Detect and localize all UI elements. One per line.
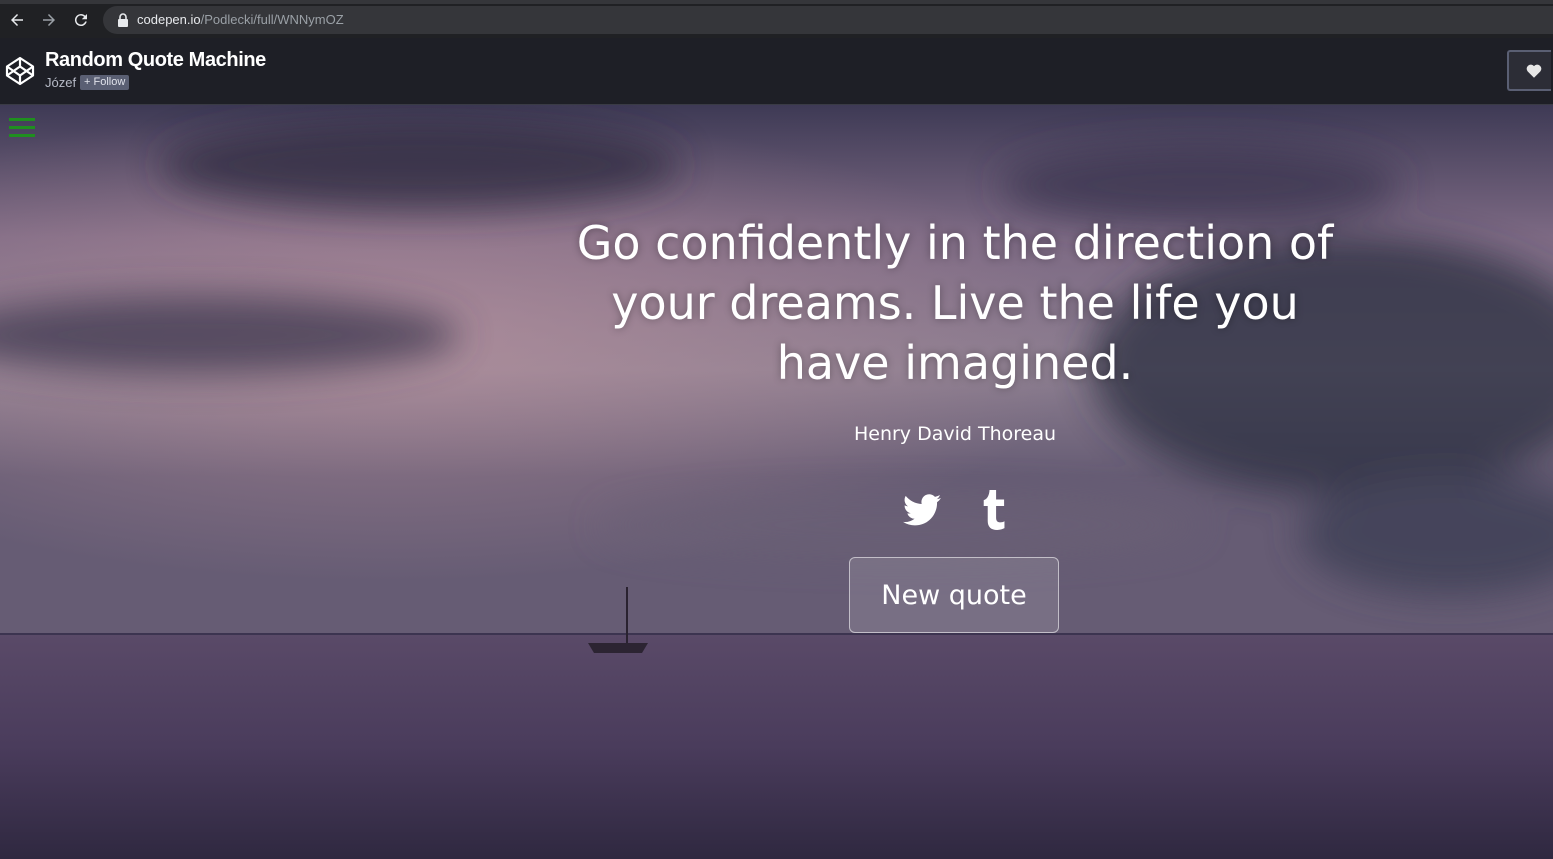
twitter-icon[interactable] [903,493,941,527]
tab-strip-edge [0,0,1553,4]
quote-text: Go confidently in the direction of your … [576,216,1334,390]
heart-icon [1526,64,1542,78]
menu-bar [9,133,35,137]
pen-title: Random Quote Machine [45,49,266,71]
quote-scene: Go confidently in the direction of your … [0,105,1553,859]
forward-button[interactable] [38,9,60,31]
url-text: codepen.io/Podlecki/full/WNNymOZ [137,12,344,27]
reload-icon [74,14,87,27]
menu-bar [9,125,35,129]
pen-author[interactable]: Józef [45,75,76,90]
url-host: codepen.io [137,12,201,27]
quote-author: Henry David Thoreau [853,423,1057,445]
follow-button[interactable]: + Follow [80,75,130,90]
codepen-logo-icon[interactable] [5,56,35,86]
codepen-header: Random Quote Machine Józef + Follow [0,38,1553,105]
lock-icon [118,13,128,27]
url-path: /Podlecki/full/WNNymOZ [200,12,344,27]
reload-button[interactable] [70,9,92,31]
arrow-left-icon [11,14,23,26]
menu-bar [9,117,35,121]
heart-button[interactable] [1507,50,1551,91]
new-quote-button[interactable]: New quote [849,557,1059,633]
hamburger-menu-button[interactable] [3,111,41,143]
back-button[interactable] [6,9,28,31]
tumblr-icon[interactable] [982,490,1008,530]
arrow-right-icon [43,14,55,26]
browser-toolbar: codepen.io/Podlecki/full/WNNymOZ [0,0,1553,38]
address-bar[interactable]: codepen.io/Podlecki/full/WNNymOZ [103,6,1553,34]
